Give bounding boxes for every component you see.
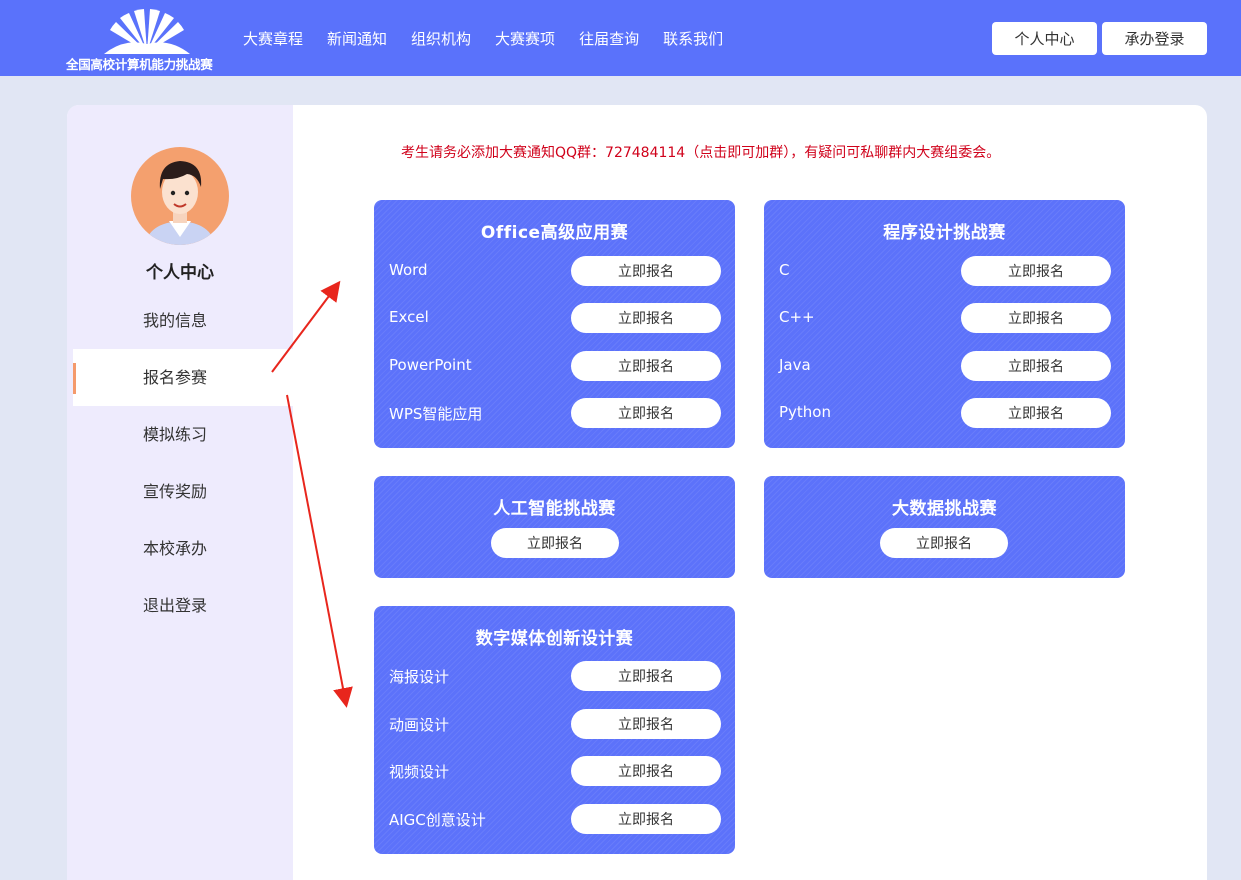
avatar: [131, 147, 229, 245]
nav-item-history[interactable]: 往届查询: [579, 28, 639, 49]
user-avatar-icon: [145, 161, 215, 245]
digital-media-competition-card: 数字媒体创新设计赛 海报设计 立即报名 动画设计 立即报名 视频设计 立即报名 …: [374, 606, 735, 854]
row-label: C++: [779, 308, 815, 326]
sidebar-item-practice[interactable]: 模拟练习: [67, 406, 293, 463]
register-button[interactable]: 立即报名: [880, 528, 1008, 558]
nav-item-news[interactable]: 新闻通知: [327, 28, 387, 49]
card-title: Office高级应用赛: [480, 223, 629, 243]
register-button[interactable]: 立即报名: [571, 756, 721, 786]
row-label: Java: [779, 356, 811, 374]
logo[interactable]: 全国高校计算机能力挑战赛: [66, 8, 228, 72]
register-button[interactable]: 立即报名: [571, 351, 721, 381]
office-competition-card: Office高级应用赛 Word 立即报名 Excel 立即报名 PowerPo…: [374, 200, 735, 448]
nav-item-rules[interactable]: 大赛章程: [243, 28, 303, 49]
register-button[interactable]: 立即报名: [961, 351, 1111, 381]
programming-competition-card: 程序设计挑战赛 C 立即报名 C++ 立即报名 Java 立即报名 Python…: [764, 200, 1125, 448]
qq-group-notice[interactable]: 考生请务必添加大赛通知QQ群：727484114（点击即可加群），有疑问可私聊群…: [401, 142, 1000, 162]
nav-item-organization[interactable]: 组织机构: [411, 28, 471, 49]
nav-item-contact[interactable]: 联系我们: [663, 28, 723, 49]
sidebar-item-logout[interactable]: 退出登录: [67, 577, 293, 634]
row-label: PowerPoint: [389, 356, 472, 374]
register-button[interactable]: 立即报名: [571, 804, 721, 834]
host-login-button[interactable]: 承办登录: [1102, 22, 1207, 55]
register-button[interactable]: 立即报名: [961, 303, 1111, 333]
sidebar: 个人中心 我的信息 报名参赛 模拟练习 宣传奖励 本校承办 退出登录: [67, 105, 293, 880]
row-label: 动画设计: [389, 716, 450, 734]
row-label: 视频设计: [389, 763, 450, 781]
personal-center-button[interactable]: 个人中心: [992, 22, 1097, 55]
register-button[interactable]: 立即报名: [961, 398, 1111, 428]
logo-text: 全国高校计算机能力挑战赛: [66, 57, 213, 72]
row-label: Python: [779, 403, 831, 421]
register-button[interactable]: 立即报名: [571, 303, 721, 333]
register-button[interactable]: 立即报名: [571, 256, 721, 286]
register-button[interactable]: 立即报名: [571, 661, 721, 691]
register-button[interactable]: 立即报名: [571, 398, 721, 428]
row-label: Excel: [389, 308, 429, 326]
row-label: Word: [389, 261, 428, 279]
card-title: 大数据挑战赛: [892, 499, 997, 519]
register-button[interactable]: 立即报名: [491, 528, 619, 558]
card-title: 人工智能挑战赛: [493, 499, 616, 519]
register-button[interactable]: 立即报名: [961, 256, 1111, 286]
sidebar-menu: 我的信息 报名参赛 模拟练习 宣传奖励 本校承办 退出登录: [67, 292, 293, 634]
top-navbar: 全国高校计算机能力挑战赛 大赛章程 新闻通知 组织机构 大赛赛项 往届查询 联系…: [0, 0, 1241, 76]
sunrise-logo-icon: [104, 9, 190, 54]
sidebar-item-register[interactable]: 报名参赛: [73, 349, 293, 406]
main-panel: 个人中心 我的信息 报名参赛 模拟练习 宣传奖励 本校承办 退出登录 考生请务必…: [67, 105, 1207, 880]
nav-item-events[interactable]: 大赛赛项: [495, 28, 555, 49]
card-title: 数字媒体创新设计赛: [475, 629, 634, 649]
ai-competition-card: 人工智能挑战赛 立即报名: [374, 476, 735, 578]
row-label: AIGC创意设计: [389, 811, 486, 829]
sidebar-item-promotion[interactable]: 宣传奖励: [67, 463, 293, 520]
sidebar-item-host[interactable]: 本校承办: [67, 520, 293, 577]
card-title: 程序设计挑战赛: [883, 223, 1006, 243]
row-label: 海报设计: [389, 668, 450, 686]
register-button[interactable]: 立即报名: [571, 709, 721, 739]
bigdata-competition-card: 大数据挑战赛 立即报名: [764, 476, 1125, 578]
row-label: WPS智能应用: [389, 405, 483, 423]
sidebar-title: 个人中心: [146, 263, 214, 283]
main-nav: 大赛章程 新闻通知 组织机构 大赛赛项 往届查询 联系我们: [243, 28, 747, 49]
sidebar-item-my-info[interactable]: 我的信息: [67, 292, 293, 349]
row-label: C: [779, 261, 790, 279]
